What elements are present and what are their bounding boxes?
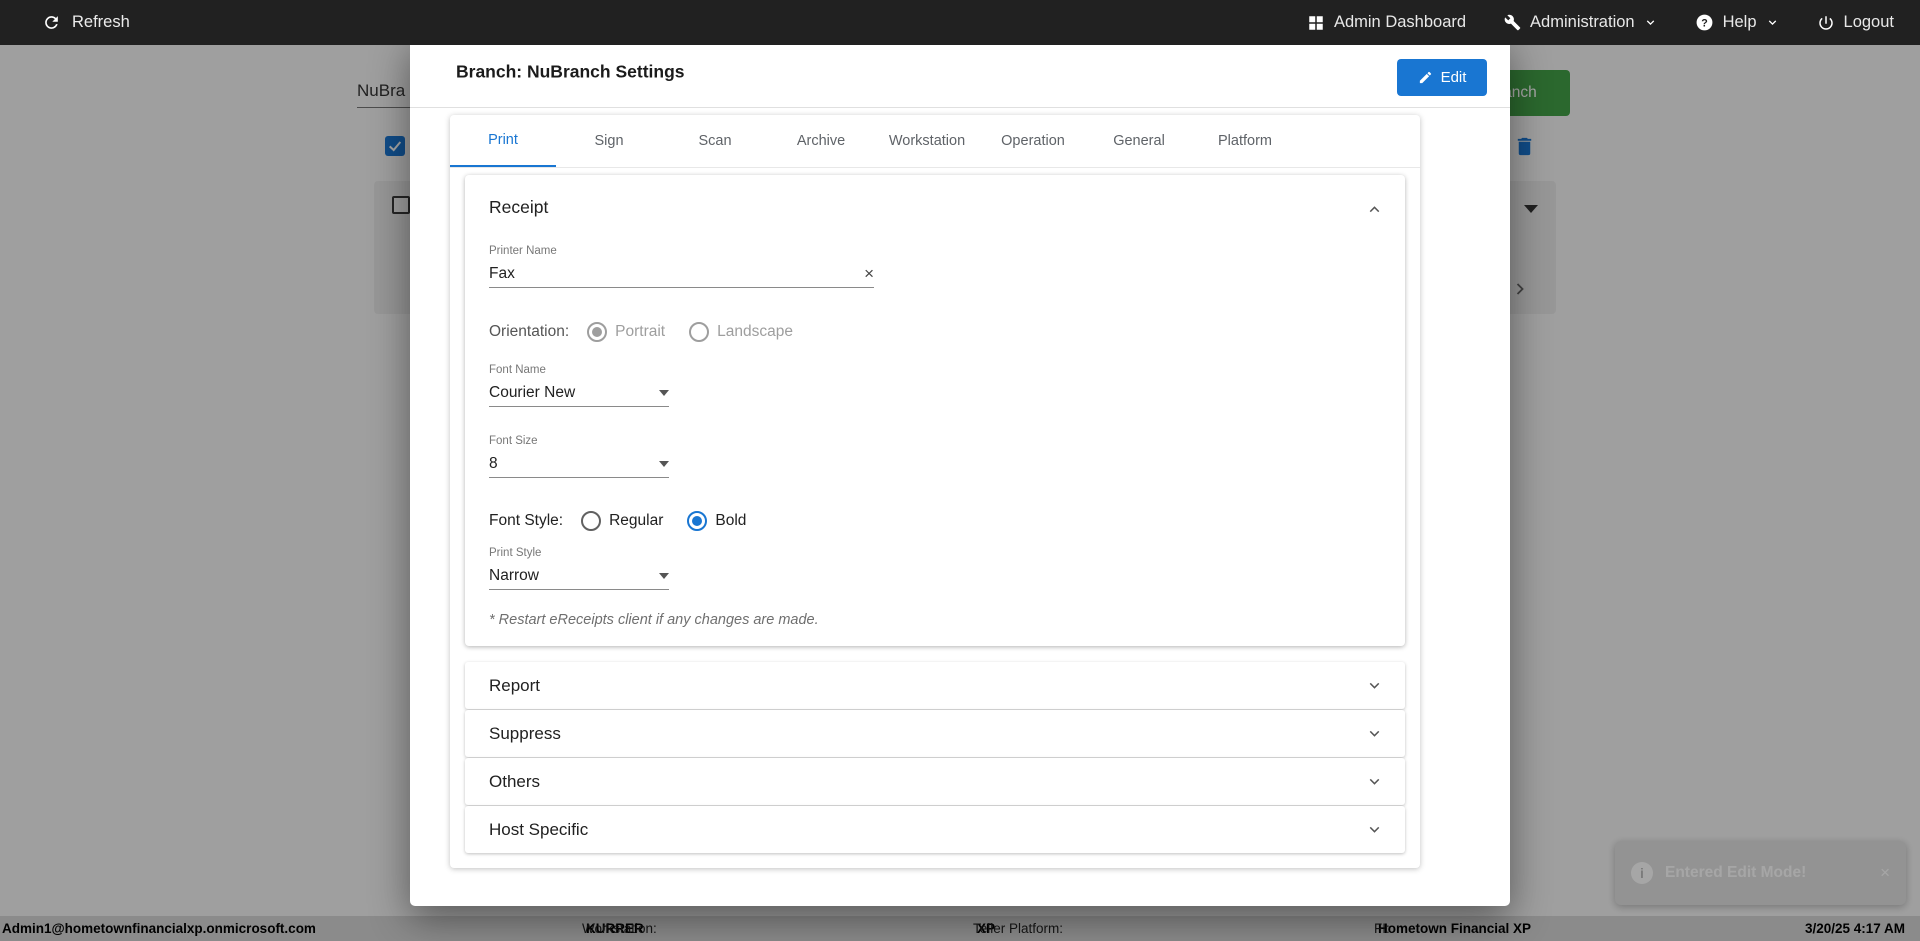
font-name-select[interactable]: Font Name Courier New [489, 364, 669, 407]
dashboard-grid-icon [1309, 15, 1323, 30]
radio-landscape-label: Landscape [717, 323, 793, 340]
font-style-group: Font Style: Regular Bold [489, 511, 770, 531]
dialog-title: Branch: NuBranch Settings [456, 61, 685, 82]
clear-icon[interactable]: × [864, 265, 874, 282]
section-host-specific-title: Host Specific [489, 819, 589, 839]
printer-name-value: Fax [489, 264, 515, 282]
section-report-title: Report [489, 675, 541, 695]
expand-chevron-down-icon [1369, 682, 1380, 689]
radio-bold[interactable]: Bold [687, 511, 746, 531]
edit-button[interactable]: Edit [1397, 59, 1487, 96]
logout-button[interactable]: Logout [1817, 13, 1894, 32]
printer-name-label: Printer Name [489, 245, 557, 257]
svg-text:?: ? [1701, 17, 1708, 29]
radio-unselected-icon [581, 511, 602, 531]
radio-landscape[interactable]: Landscape [689, 322, 793, 342]
dropdown-caret-icon [659, 389, 669, 396]
tab-print[interactable]: Print [450, 115, 556, 167]
tab-archive[interactable]: Archive [768, 115, 874, 167]
font-size-label: Font Size [489, 435, 538, 447]
radio-unselected-icon [689, 322, 710, 342]
tab-workstation[interactable]: Workstation [874, 115, 980, 167]
expand-chevron-down-icon [1369, 778, 1380, 785]
edit-button-label: Edit [1440, 69, 1467, 86]
receipt-section-title: Receipt [489, 197, 549, 217]
radio-portrait[interactable]: Portrait [587, 322, 665, 342]
print-style-value: Narrow [489, 566, 539, 584]
radio-selected-icon [687, 511, 708, 531]
tab-operation[interactable]: Operation [980, 115, 1086, 167]
tab-general[interactable]: General [1086, 115, 1192, 167]
radio-bold-label: Bold [715, 512, 747, 529]
print-style-select[interactable]: Print Style Narrow [489, 547, 669, 590]
refresh-label: Refresh [72, 13, 130, 31]
help-label: Help [1722, 13, 1757, 31]
admin-dashboard-label: Admin Dashboard [1333, 13, 1467, 31]
print-style-label: Print Style [489, 547, 542, 559]
branch-settings-dialog: Branch: NuBranch Settings Edit Print Sig… [410, 37, 1510, 906]
power-icon [1818, 15, 1833, 30]
receipt-section: Receipt Printer Name Fax × Orientation: … [465, 175, 1405, 646]
help-menu[interactable]: ? Help [1695, 13, 1779, 32]
tab-scan[interactable]: Scan [662, 115, 768, 167]
font-name-label: Font Name [489, 364, 546, 376]
section-suppress-title: Suppress [489, 723, 561, 743]
chevron-down-icon [1646, 20, 1654, 26]
expand-chevron-down-icon [1369, 826, 1380, 833]
section-report[interactable]: Report [465, 662, 1405, 709]
settings-panel: Print Sign Scan Archive Workstation Oper… [450, 115, 1420, 868]
section-others[interactable]: Others [465, 758, 1405, 805]
refresh-button[interactable]: Refresh [42, 13, 130, 32]
orientation-label: Orientation: [489, 323, 570, 340]
top-navigation-bar: Refresh Admin Dashboard Administration ?… [0, 0, 1920, 45]
dropdown-caret-icon [659, 572, 669, 579]
section-others-title: Others [489, 771, 541, 791]
font-size-select[interactable]: Font Size 8 [489, 435, 669, 478]
expand-chevron-down-icon [1369, 730, 1380, 737]
font-size-value: 8 [489, 454, 498, 472]
section-host-specific[interactable]: Host Specific [465, 806, 1405, 853]
wrench-icon [1504, 14, 1521, 31]
edit-pencil-icon [1419, 71, 1431, 84]
dropdown-caret-icon [659, 460, 669, 467]
radio-regular[interactable]: Regular [581, 511, 663, 531]
restart-note: * Restart eReceipts client if any change… [489, 612, 819, 628]
printer-name-field[interactable]: Printer Name Fax × [489, 245, 874, 288]
radio-selected-icon [587, 322, 608, 342]
font-style-label: Font Style: [489, 512, 564, 529]
administration-label: Administration [1530, 13, 1635, 31]
tab-sign[interactable]: Sign [556, 115, 662, 167]
section-suppress[interactable]: Suppress [465, 710, 1405, 757]
settings-tabs: Print Sign Scan Archive Workstation Oper… [450, 115, 1420, 168]
refresh-icon [45, 16, 58, 29]
tab-platform[interactable]: Platform [1192, 115, 1298, 167]
radio-portrait-label: Portrait [615, 323, 666, 340]
administration-menu[interactable]: Administration [1504, 13, 1657, 32]
radio-regular-label: Regular [609, 512, 664, 529]
collapse-chevron-up-icon[interactable] [1366, 201, 1383, 223]
chevron-down-icon [1768, 20, 1776, 26]
logout-label: Logout [1843, 13, 1894, 31]
help-circle-icon: ? [1696, 14, 1713, 31]
dialog-header: Branch: NuBranch Settings Edit [410, 37, 1510, 108]
font-name-value: Courier New [489, 383, 576, 401]
admin-dashboard-nav[interactable]: Admin Dashboard [1307, 13, 1466, 32]
orientation-group: Orientation: Portrait Landscape [489, 322, 817, 342]
